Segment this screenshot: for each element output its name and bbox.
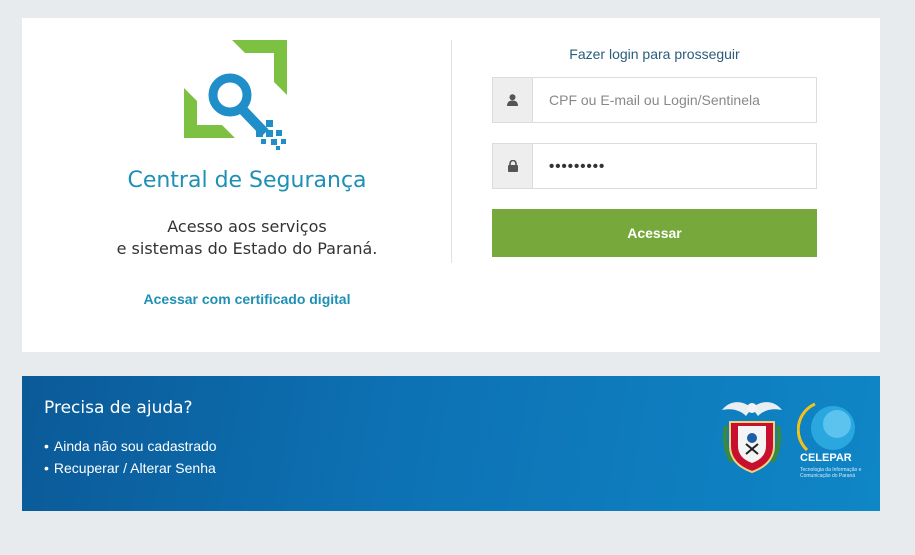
register-link-label: Ainda não sou cadastrado [53,438,217,454]
username-field [492,77,817,123]
lock-icon [493,144,533,188]
login-card: Central de Segurança Acesso aos serviços… [22,18,880,352]
app-subtitle: Acesso aos serviços e sistemas do Estado… [22,216,472,260]
password-input[interactable] [533,144,816,188]
password-field [492,143,817,189]
recover-password-link[interactable]: • Recuperar / Alterar Senha [44,457,217,479]
subtitle-line-1: Acesso aos serviços [167,217,327,236]
username-input[interactable] [533,78,816,122]
help-panel: Precisa de ajuda? • Ainda não sou cadastr… [22,376,880,511]
login-heading: Fazer login para prosseguir [569,46,740,62]
app-title: Central de Segurança [127,168,367,193]
celepar-tagline: Tecnologia da Informação e Comunicação d… [800,467,862,479]
key-magnifier-logo-icon [184,40,287,150]
register-link[interactable]: • Ainda não sou cadastrado [44,435,217,457]
user-icon [493,78,533,122]
subtitle-line-2: e sistemas do Estado do Paraná. [116,239,378,258]
digital-certificate-link[interactable]: Acessar com certificado digital [22,291,472,307]
divider [451,40,452,263]
login-button[interactable]: Acessar [492,209,817,257]
help-title: Precisa de ajuda? [44,398,193,418]
celepar-name: CELEPAR [800,452,852,464]
celepar-globe-icon [797,402,855,452]
help-links: • Ainda não sou cadastrado • Recuperar / A… [44,435,217,479]
recover-password-link-label: Recuperar / Alterar Senha [53,460,216,476]
bullet-icon: • [44,438,49,454]
bullet-icon: • [44,460,49,476]
parana-coat-of-arms-icon [722,402,782,474]
